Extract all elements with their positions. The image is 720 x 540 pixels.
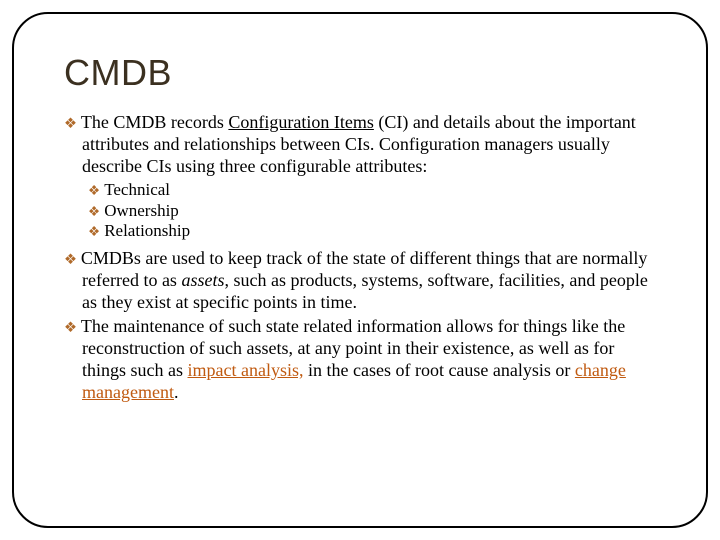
diamond-bullet-icon: ❖ bbox=[64, 116, 81, 132]
bullet-item: ❖The maintenance of such state related i… bbox=[64, 316, 656, 404]
bullet-item: ❖The CMDB records Configuration Items (C… bbox=[64, 112, 656, 178]
sub-bullet-item: ❖Relationship bbox=[64, 221, 656, 242]
text-run: Technical bbox=[104, 180, 170, 199]
diamond-bullet-icon: ❖ bbox=[64, 252, 81, 268]
text-run: Relationship bbox=[104, 221, 190, 240]
link-impact-analysis[interactable]: impact analysis, bbox=[188, 360, 304, 380]
sub-bullet-item: ❖Technical bbox=[64, 180, 656, 201]
underlined-term: Configuration Items bbox=[228, 112, 373, 132]
diamond-bullet-icon: ❖ bbox=[88, 204, 104, 219]
diamond-bullet-icon: ❖ bbox=[88, 183, 104, 198]
bullet-item: ❖CMDBs are used to keep track of the sta… bbox=[64, 248, 656, 314]
text-run: Ownership bbox=[104, 201, 179, 220]
slide-body: ❖The CMDB records Configuration Items (C… bbox=[64, 112, 656, 404]
text-run: The CMDB records bbox=[81, 112, 228, 132]
text-run: in the cases of root cause analysis or bbox=[303, 360, 574, 380]
slide-frame: CMDB ❖The CMDB records Configuration Ite… bbox=[12, 12, 708, 528]
sub-bullet-list: ❖Technical ❖Ownership ❖Relationship bbox=[64, 180, 656, 242]
text-run: . bbox=[174, 382, 179, 402]
slide-title: CMDB bbox=[64, 52, 656, 94]
slide: CMDB ❖The CMDB records Configuration Ite… bbox=[0, 0, 720, 540]
sub-bullet-item: ❖Ownership bbox=[64, 201, 656, 222]
diamond-bullet-icon: ❖ bbox=[88, 224, 104, 239]
diamond-bullet-icon: ❖ bbox=[64, 320, 81, 336]
italic-term: assets bbox=[181, 270, 224, 290]
